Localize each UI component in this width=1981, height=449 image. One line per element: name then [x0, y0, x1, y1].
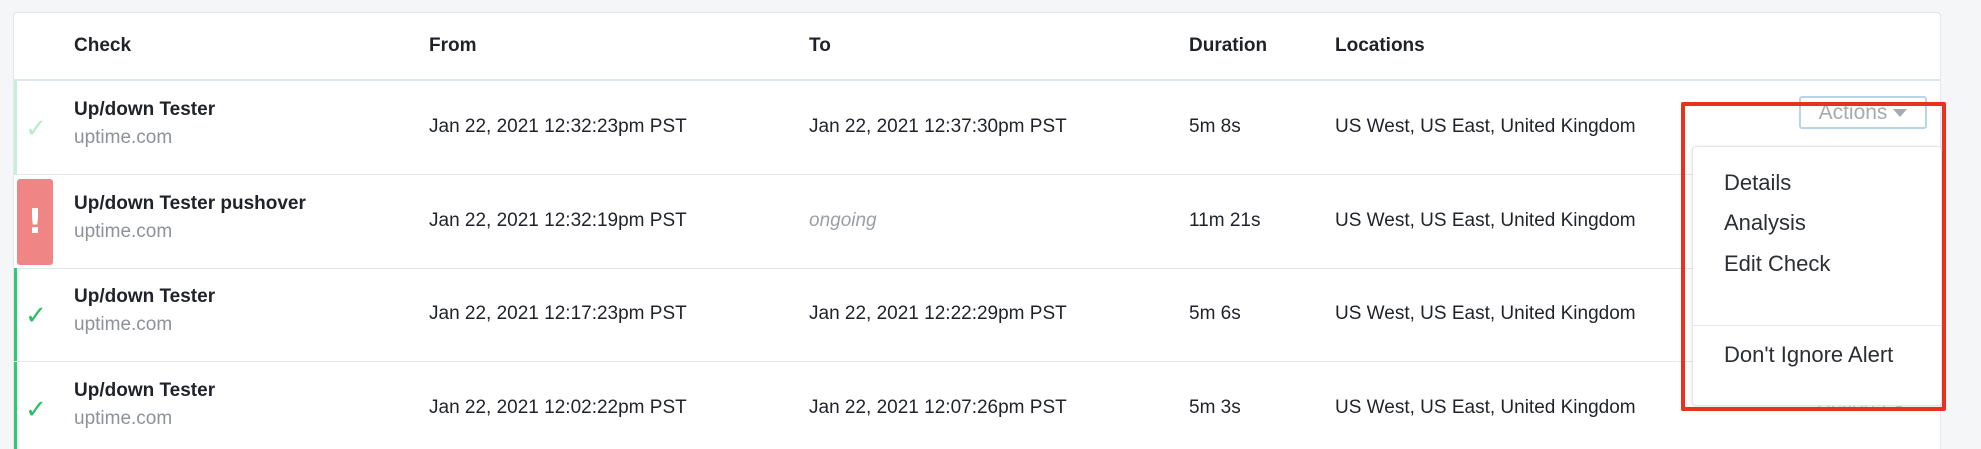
table-row: ✓ Up/down Tester uptime.com Jan 22, 2021… [14, 362, 1940, 449]
status-indicator-ok: ✓ [14, 362, 55, 449]
duration: 11m 21s [1189, 210, 1261, 231]
check-name[interactable]: Up/down Tester pushover [74, 193, 306, 215]
check-icon: ✓ [25, 299, 47, 330]
from-time: Jan 22, 2021 12:17:23pm PST [429, 303, 687, 324]
to-time-ongoing: ongoing [809, 210, 877, 231]
annotation-highlight-box [1681, 102, 1946, 411]
column-header-from[interactable]: From [429, 35, 477, 57]
table-row: ✓ Up/down Tester uptime.com Jan 22, 2021… [14, 81, 1940, 175]
status-indicator-ok: ✓ [14, 81, 55, 174]
column-header-check[interactable]: Check [74, 35, 131, 57]
table-row: ✓ Up/down Tester uptime.com Jan 22, 2021… [14, 268, 1940, 362]
alerts-table: Check From To Duration Locations ✓ Up/do… [13, 12, 1941, 449]
status-indicator-ok: ✓ [14, 268, 55, 361]
table-row: ! Up/down Tester pushover uptime.com Jan… [14, 175, 1940, 269]
check-host: uptime.com [74, 221, 173, 242]
status-indicator-alert: ! [17, 179, 53, 265]
duration: 5m 8s [1189, 116, 1241, 137]
column-header-to[interactable]: To [809, 35, 831, 57]
to-time: Jan 22, 2021 12:37:30pm PST [809, 116, 1067, 137]
check-host: uptime.com [74, 408, 173, 429]
locations: US West, US East, United Kingdom [1335, 303, 1636, 324]
from-time: Jan 22, 2021 12:02:22pm PST [429, 397, 687, 418]
check-icon: ✓ [25, 393, 47, 424]
locations: US West, US East, United Kingdom [1335, 210, 1636, 231]
from-time: Jan 22, 2021 12:32:19pm PST [429, 210, 687, 231]
check-icon: ✓ [25, 112, 47, 143]
check-name[interactable]: Up/down Tester [74, 380, 215, 402]
column-header-locations[interactable]: Locations [1335, 35, 1425, 57]
to-time: Jan 22, 2021 12:22:29pm PST [809, 303, 1067, 324]
table-header: Check From To Duration Locations [14, 13, 1940, 81]
check-name[interactable]: Up/down Tester [74, 286, 215, 308]
duration: 5m 3s [1189, 397, 1241, 418]
locations: US West, US East, United Kingdom [1335, 397, 1636, 418]
to-time: Jan 22, 2021 12:07:26pm PST [809, 397, 1067, 418]
check-host: uptime.com [74, 127, 173, 148]
column-header-duration[interactable]: Duration [1189, 35, 1267, 57]
check-name[interactable]: Up/down Tester [74, 99, 215, 121]
check-host: uptime.com [74, 314, 173, 335]
from-time: Jan 22, 2021 12:32:23pm PST [429, 116, 687, 137]
exclamation-icon: ! [27, 202, 43, 242]
locations: US West, US East, United Kingdom [1335, 116, 1636, 137]
duration: 5m 6s [1189, 303, 1241, 324]
